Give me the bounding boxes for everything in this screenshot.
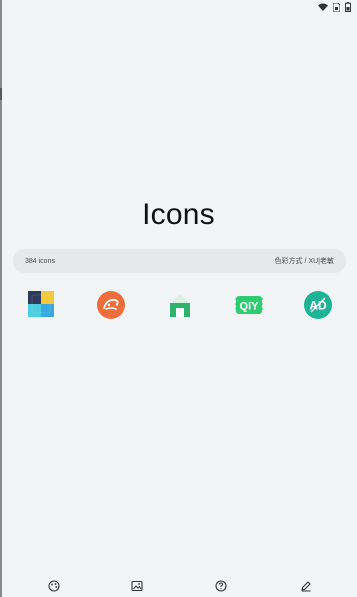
info-right-group: 色彩方式 / XU|老敏 — [275, 256, 335, 266]
photo-gallery-icon[interactable] — [27, 290, 57, 320]
iqiyi-icon[interactable]: QIY — [234, 290, 264, 320]
style-label: 色彩方式 — [274, 258, 303, 265]
edit-icon[interactable] — [298, 578, 314, 594]
battery-icon — [345, 2, 351, 12]
alibaba-icon[interactable] — [96, 290, 126, 320]
wifi-icon — [318, 3, 328, 11]
svg-text:QIY: QIY — [240, 301, 260, 313]
left-edge-notch — [0, 88, 2, 100]
sim-icon — [333, 2, 340, 12]
icon-grid: QIY AD — [0, 290, 357, 320]
icon-count: 384 icons — [25, 257, 55, 265]
status-bar — [318, 0, 351, 14]
ad-block-icon[interactable]: AD — [303, 290, 333, 320]
bottom-nav — [0, 578, 357, 594]
help-icon[interactable] — [213, 578, 229, 594]
info-bar[interactable]: 384 icons 色彩方式 / XU|老敏 — [13, 249, 346, 273]
author-label: XU|老敏 — [308, 258, 334, 265]
palette-icon[interactable] — [46, 578, 62, 594]
home-icon[interactable] — [165, 290, 195, 320]
page-title: Icons — [142, 198, 215, 231]
separator: / — [304, 257, 307, 265]
wallpaper-icon[interactable] — [129, 578, 145, 594]
